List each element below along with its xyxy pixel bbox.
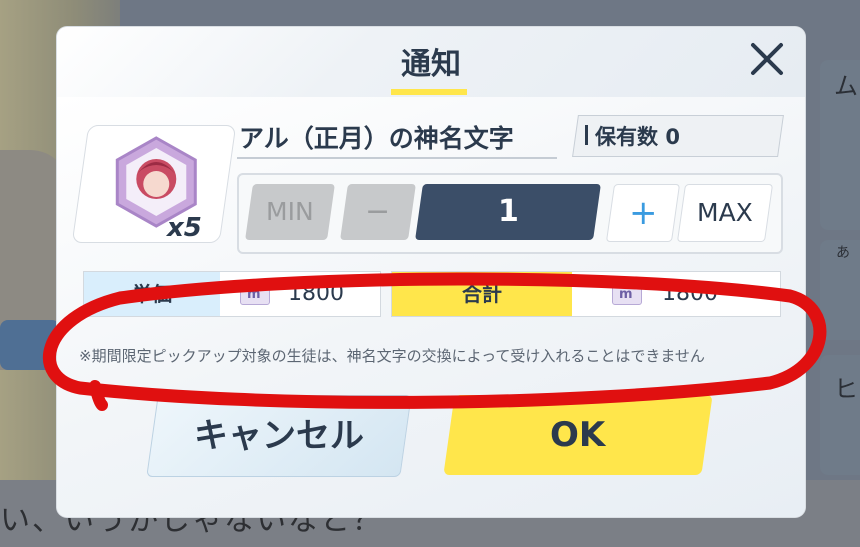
close-button[interactable]: [747, 39, 787, 79]
item-quantity-badge: x5: [167, 213, 202, 243]
close-icon: [751, 43, 783, 75]
max-button-label: MAX: [697, 198, 753, 227]
annotation-ellipse: [43, 272, 827, 411]
owned-value: 0: [665, 125, 680, 149]
min-button[interactable]: MIN: [245, 184, 335, 240]
plus-icon: +: [628, 193, 658, 233]
quantity-value: 1: [415, 184, 601, 240]
minus-button[interactable]: −: [340, 184, 416, 240]
background-side-card: ム: [820, 60, 860, 230]
max-button[interactable]: MAX: [676, 184, 774, 242]
divider: [237, 157, 557, 159]
title-underline: [391, 89, 467, 95]
owned-count: 保有数 0: [595, 121, 680, 151]
owned-label: 保有数: [595, 125, 658, 149]
minus-icon: −: [365, 194, 391, 229]
item-name: アル（正月）の神名文字: [239, 124, 514, 153]
dialog-title: 通知: [401, 47, 461, 82]
background-side-text: あ: [836, 245, 850, 261]
plus-button[interactable]: +: [605, 184, 681, 242]
min-button-label: MIN: [266, 197, 314, 226]
background-side-text: ム: [834, 72, 858, 100]
quantity-value-text: 1: [497, 194, 519, 229]
owned-marker: [585, 125, 588, 145]
item-icon-frame: [71, 125, 237, 243]
